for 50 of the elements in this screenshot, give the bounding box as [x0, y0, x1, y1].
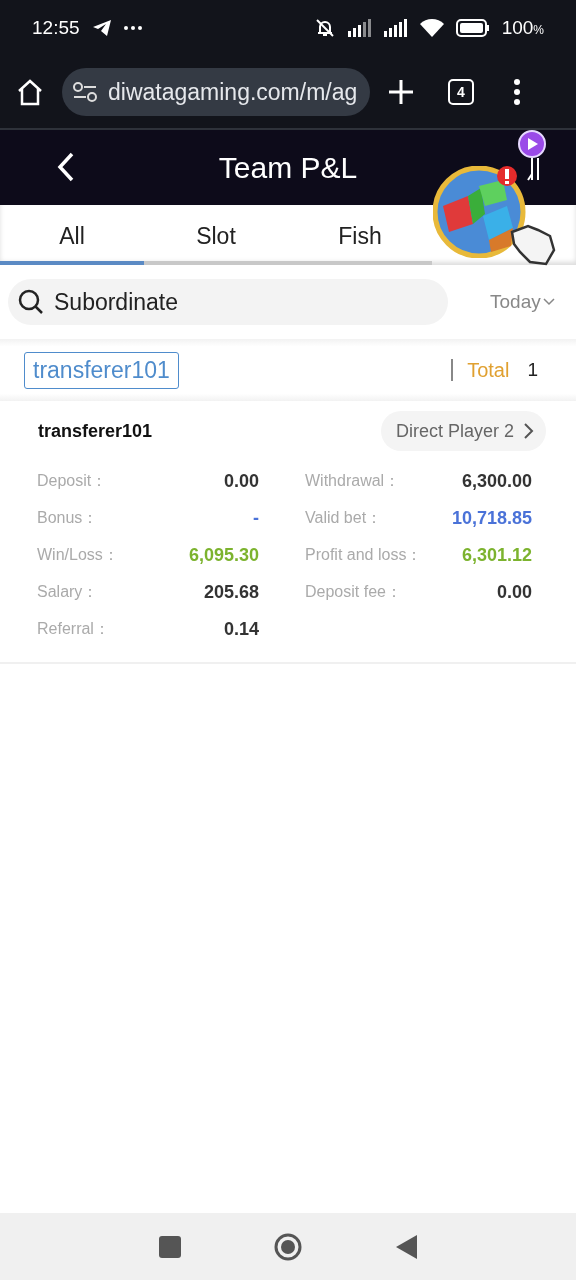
recent-apps-icon[interactable]	[159, 1235, 181, 1258]
tab-switcher[interactable]: 4	[448, 79, 474, 105]
chevron-right-icon	[524, 423, 534, 439]
address-bar[interactable]: diwatagaming.com/m/ag	[62, 68, 370, 116]
stat-label: Deposit：	[37, 471, 108, 491]
stat-value: 6,300.00	[461, 470, 532, 493]
muted-bell-icon	[313, 18, 336, 38]
date-filter[interactable]: Today	[490, 291, 555, 313]
direct-player-button[interactable]: Direct Player 2	[380, 411, 546, 451]
home-icon[interactable]	[16, 78, 44, 106]
stat-value: 6,301.12	[461, 544, 532, 567]
chevron-down-icon	[542, 298, 555, 306]
agent-tag[interactable]: transferer101	[24, 351, 179, 389]
stat-label: Salary：	[37, 582, 99, 602]
stat-value: 0.00	[223, 470, 259, 493]
member-name: transferer101	[38, 420, 154, 442]
stat-value: 205.68	[203, 581, 259, 604]
stat-value: -	[253, 507, 259, 530]
stat-value: 6,095.30	[188, 544, 259, 567]
site-settings-icon[interactable]	[72, 81, 98, 103]
telegram-icon	[91, 19, 112, 37]
stat-label: Deposit fee：	[305, 582, 402, 602]
status-time: 12:55	[32, 17, 80, 39]
menu-icon[interactable]	[514, 79, 520, 105]
stat-label: Valid bet：	[305, 508, 383, 528]
total-label: Total	[467, 358, 510, 382]
stat-value: 0.00	[496, 581, 532, 604]
home-button-icon[interactable]	[273, 1231, 303, 1262]
total-count: 1	[527, 359, 538, 381]
stat-value: 10,718.85	[451, 507, 532, 530]
category-tab[interactable]: All	[0, 205, 144, 265]
plus-icon[interactable]	[388, 79, 414, 105]
stat-label: Referral：	[37, 619, 110, 639]
search-icon	[18, 289, 44, 315]
back-nav-icon[interactable]	[395, 1234, 417, 1259]
search-field[interactable]: Subordinate	[8, 279, 448, 325]
signal-icon	[383, 19, 408, 37]
battery-level: 100%	[501, 17, 544, 39]
page-title: Team P&L	[218, 150, 358, 185]
back-icon[interactable]	[56, 152, 76, 182]
stat-label: Bonus：	[37, 508, 99, 528]
battery-icon	[455, 19, 490, 37]
stat-label: Profit and loss：	[305, 545, 423, 565]
stat-label: Withdrawal：	[305, 471, 401, 491]
stat-value: 0.14	[223, 618, 259, 641]
signal-icon	[347, 19, 372, 37]
category-tab[interactable]: Slot	[144, 205, 288, 265]
wifi-icon	[419, 19, 444, 37]
more-icon	[123, 26, 142, 30]
stat-label: Win/Loss：	[37, 545, 119, 565]
